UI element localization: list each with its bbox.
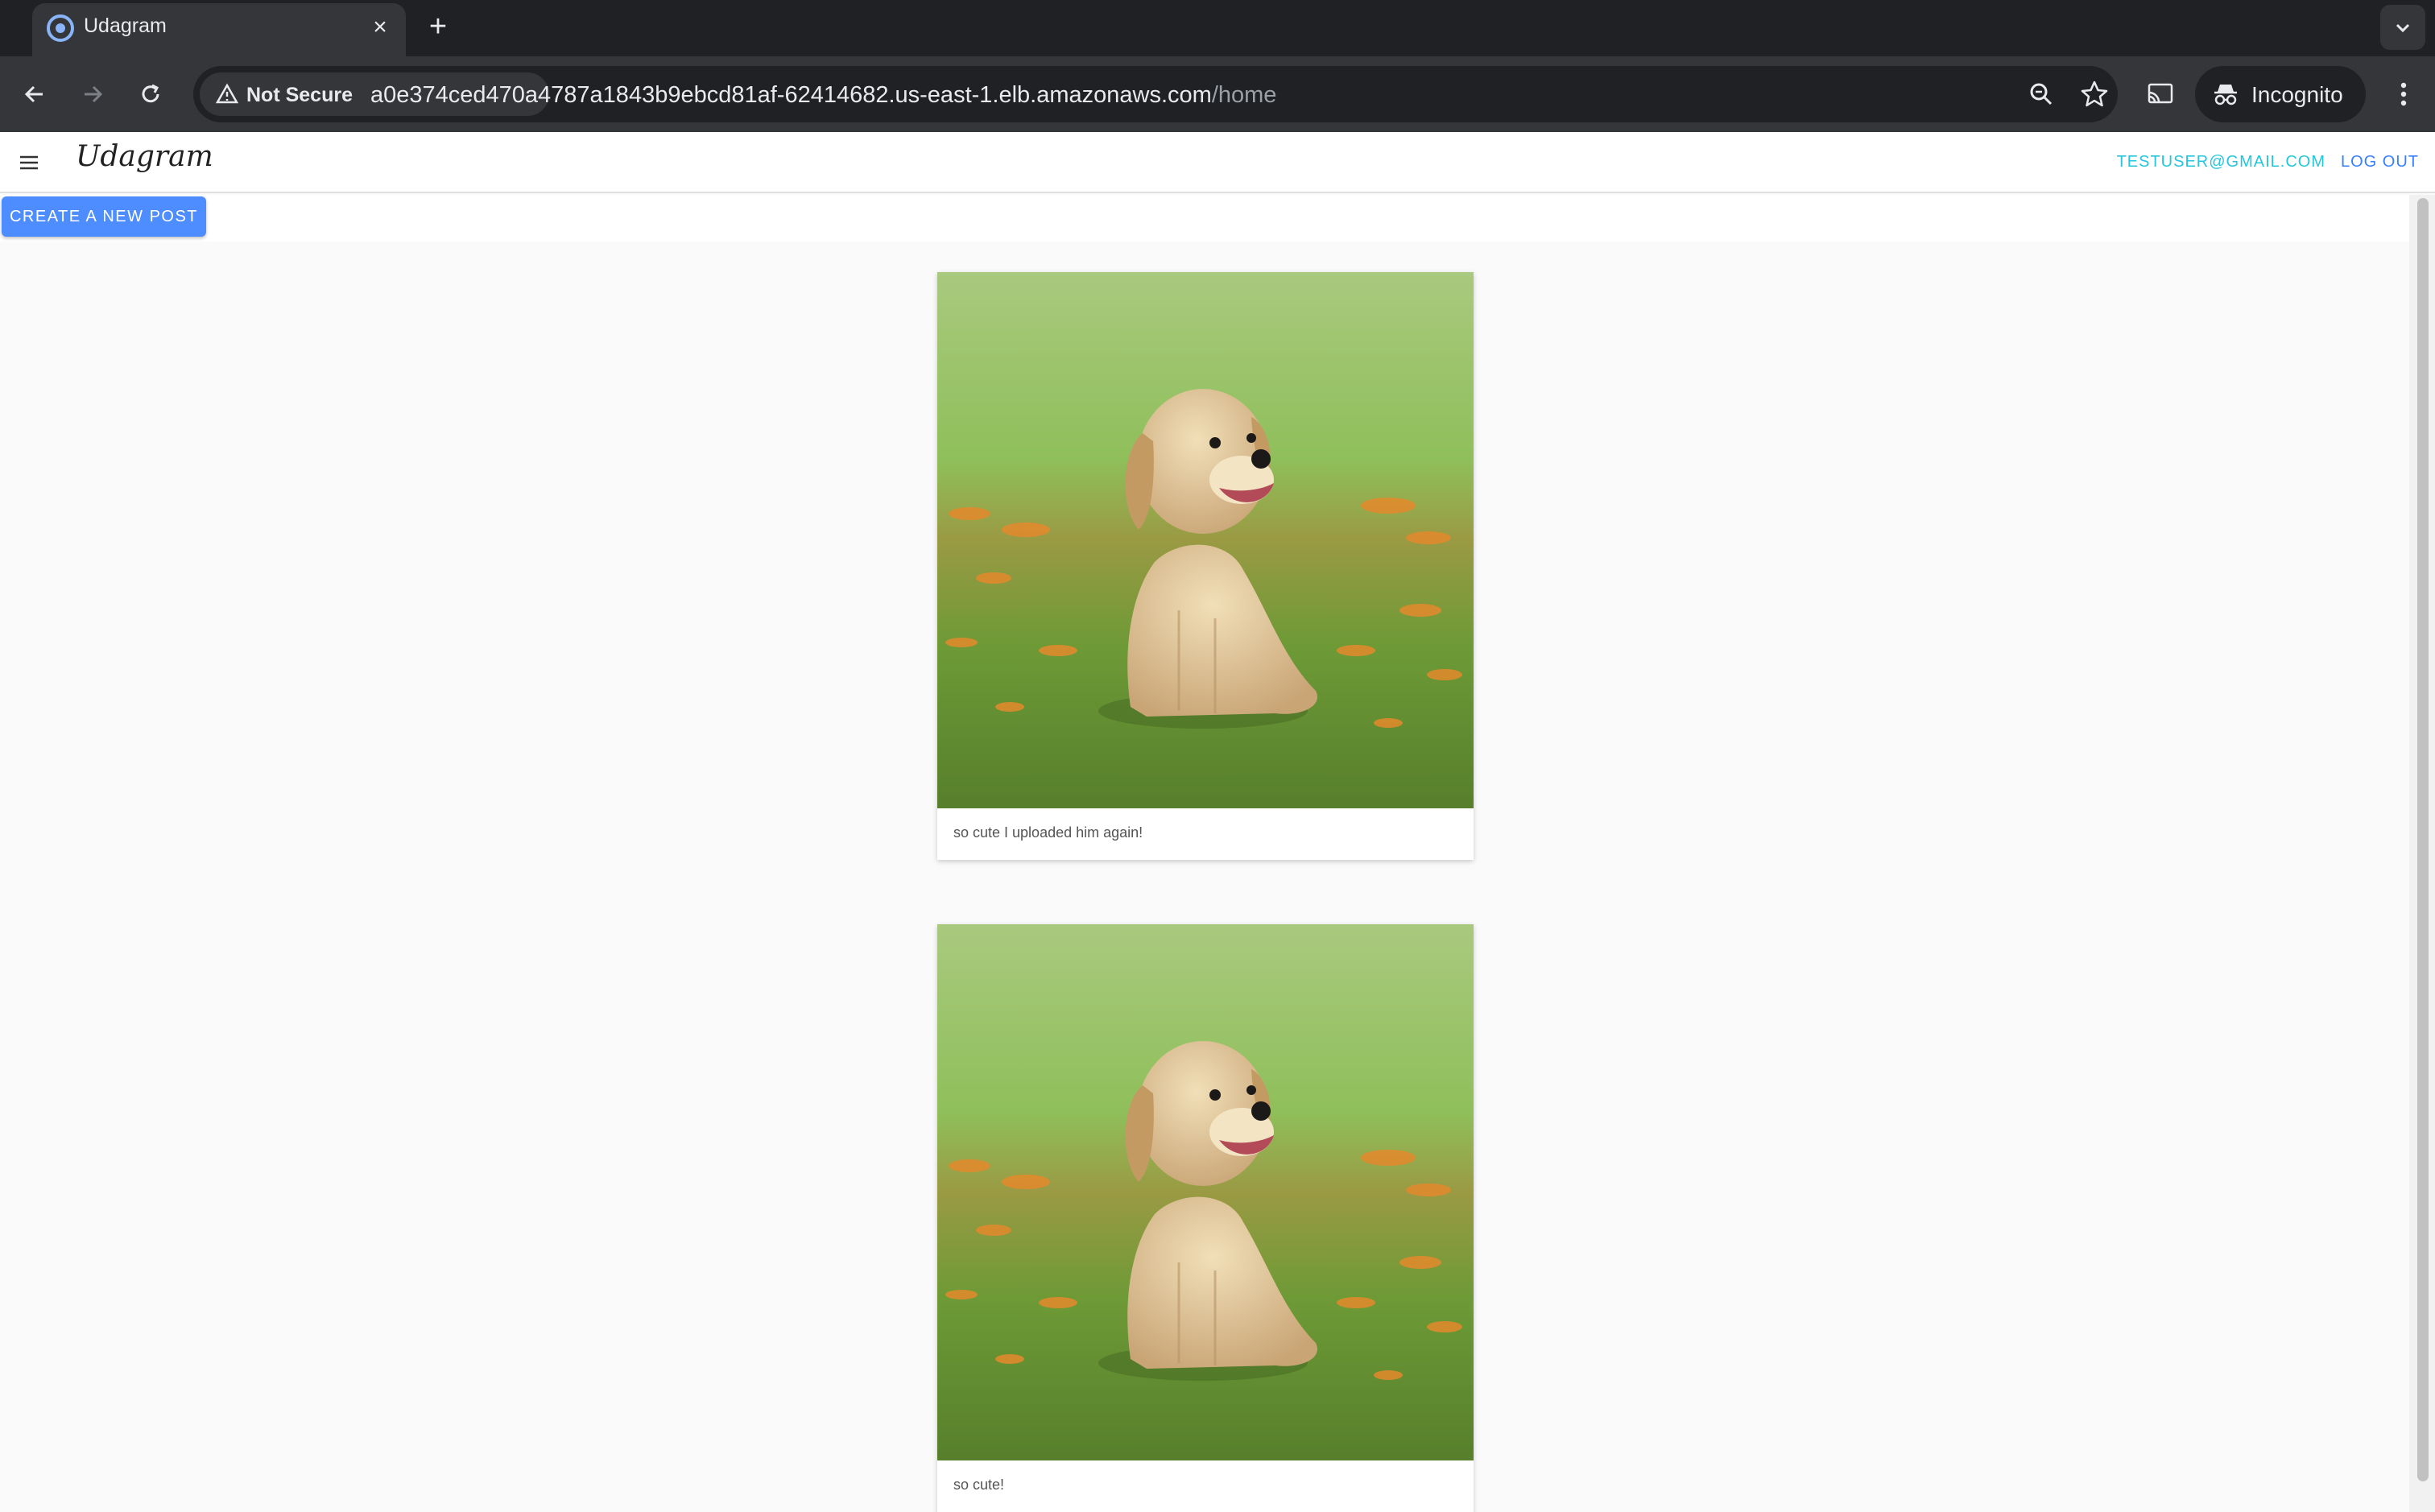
- forward-button[interactable]: [71, 72, 114, 116]
- chevron-down-icon: [2396, 23, 2410, 33]
- scrollbar-thumb[interactable]: [2417, 198, 2429, 1481]
- user-email-link[interactable]: TESTUSER@GMAIL.COM: [2117, 153, 2325, 171]
- page-viewport: Udagram TESTUSER@GMAIL.COM LOG OUT CREAT…: [0, 132, 2435, 1512]
- browser-toolbar: Not Secure a0e374ced470a4787a1843b9ebcd8…: [0, 56, 2435, 132]
- arrow-left-icon: [24, 85, 43, 103]
- zoom-icon[interactable]: [2024, 77, 2058, 111]
- menu-icon[interactable]: [16, 150, 42, 176]
- incognito-indicator[interactable]: Incognito: [2195, 66, 2366, 122]
- post-caption: so cute!: [953, 1477, 1005, 1493]
- browser-tab-strip: Udagram × +: [0, 0, 2435, 56]
- bookmark-star-icon[interactable]: [2077, 77, 2111, 111]
- post-card: so cute I uploaded him again!: [937, 272, 1474, 860]
- close-tab-icon[interactable]: ×: [366, 13, 395, 42]
- app-logo[interactable]: Udagram: [76, 140, 213, 173]
- action-bar: [0, 195, 2409, 242]
- post-image[interactable]: [937, 924, 1474, 1460]
- post-card: so cute!: [937, 924, 1474, 1512]
- incognito-icon: [2214, 85, 2237, 105]
- more-vertical-icon: [2400, 82, 2407, 106]
- reload-button[interactable]: [129, 72, 172, 116]
- new-tab-button[interactable]: +: [419, 8, 457, 47]
- url-path: /home: [1211, 82, 1277, 108]
- back-button[interactable]: [13, 72, 56, 116]
- browser-menu-button[interactable]: [2383, 74, 2424, 114]
- post-image[interactable]: [937, 272, 1474, 808]
- create-post-button[interactable]: CREATE A NEW POST: [2, 196, 206, 237]
- favicon-icon: [47, 14, 74, 42]
- arrow-right-icon: [85, 85, 103, 103]
- cast-button[interactable]: [2139, 72, 2182, 116]
- browser-tab[interactable]: Udagram ×: [32, 3, 406, 56]
- logout-button[interactable]: LOG OUT: [2341, 153, 2419, 171]
- url-text[interactable]: a0e374ced470a4787a1843b9ebcd81af-6241468…: [370, 82, 1276, 109]
- warning-icon: [216, 83, 238, 104]
- cast-icon: [2148, 83, 2173, 104]
- tab-title: Udagram: [84, 14, 167, 37]
- security-label: Not Secure: [246, 84, 353, 106]
- address-bar[interactable]: Not Secure a0e374ced470a4787a1843b9ebcd8…: [193, 66, 2118, 122]
- app-header: Udagram TESTUSER@GMAIL.COM LOG OUT: [0, 132, 2435, 193]
- post-caption: so cute I uploaded him again!: [953, 824, 1143, 841]
- url-host: a0e374ced470a4787a1843b9ebcd81af-6241468…: [370, 82, 1212, 108]
- tab-search-button[interactable]: [2380, 5, 2425, 50]
- reload-icon: [142, 84, 159, 103]
- incognito-label: Incognito: [2251, 82, 2343, 107]
